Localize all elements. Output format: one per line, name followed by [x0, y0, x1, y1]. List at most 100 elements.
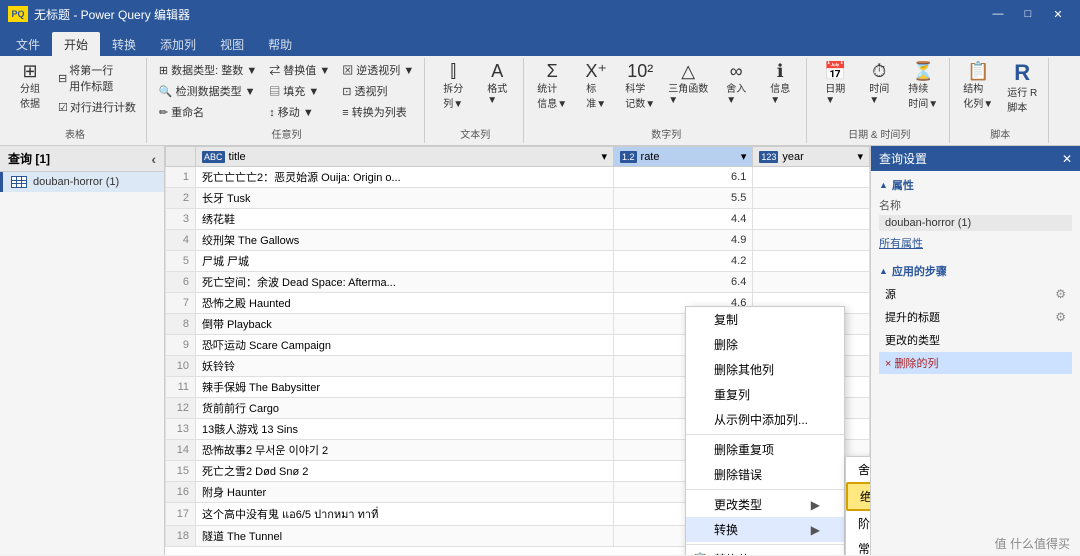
rename-button[interactable]: ✏ 重命名: [155, 102, 261, 122]
sub-factorial[interactable]: 阶乘: [846, 511, 870, 536]
cm-add-from-example[interactable]: 从示例中添加列...: [686, 407, 844, 432]
unpivot-button[interactable]: ⊠ 逆透视列 ▼: [338, 60, 418, 80]
fill-button[interactable]: ▤ 填充 ▼: [265, 81, 334, 101]
change-type-arrow: ▶: [811, 498, 820, 512]
col-header-title[interactable]: ABC title ▾: [196, 147, 614, 167]
table-row[interactable]: 6 死亡空间：余波 Dead Space: Afterma... 6.4: [166, 272, 870, 293]
cm-remove-dups[interactable]: 删除重复项: [686, 437, 844, 462]
tab-help[interactable]: 帮助: [256, 32, 304, 56]
query-panel-title: 查询 [1]: [8, 150, 50, 167]
title-type-icon: ABC: [202, 151, 225, 163]
structured-button[interactable]: 📋 结构化列▼: [958, 60, 998, 112]
info-button[interactable]: ℹ 信息▼: [760, 60, 800, 108]
step-promoted-headers[interactable]: 提升的标题 ⚙: [879, 306, 1072, 328]
move-button[interactable]: ↕ 移动 ▼: [265, 102, 334, 122]
title-cell: 恐怖之殿 Haunted: [196, 293, 614, 314]
cm-copy[interactable]: 📋复制: [686, 307, 844, 332]
pivot-button[interactable]: ⊡ 透视列: [338, 81, 418, 101]
title-cell: 死亡之雪2 Død Snø 2: [196, 461, 614, 482]
table-row[interactable]: 1 死亡亡亡亡2：恶灵始源 Ouija: Origin o... 6.1: [166, 167, 870, 188]
rounding-button[interactable]: ∞ 舍入▼: [716, 60, 756, 108]
sub-log10[interactable]: 常用对数: [846, 536, 870, 555]
cm-change-type[interactable]: 更改类型▶: [686, 492, 844, 517]
step-source[interactable]: 源 ⚙: [879, 283, 1072, 305]
query-item-douban[interactable]: douban-horror (1): [0, 172, 164, 192]
format-button[interactable]: A 格式▼: [477, 60, 517, 108]
window-controls: — □ ✕: [984, 0, 1072, 28]
right-panel-close-btn[interactable]: ✕: [1062, 152, 1072, 166]
col-header-rate[interactable]: 1.2 rate ▾: [614, 147, 753, 167]
row-num-cell: 18: [166, 526, 196, 547]
row-num-cell: 9: [166, 335, 196, 356]
replace-values-button[interactable]: ⇄ 替换值 ▼: [265, 60, 334, 80]
time-button[interactable]: ⏱ 时间▼: [859, 60, 899, 108]
row-num-cell: 4: [166, 230, 196, 251]
duration-button[interactable]: ⏳ 持续时间▼: [903, 60, 943, 112]
statistics-button[interactable]: Σ 统计信息▼: [532, 60, 572, 112]
count-rows-button[interactable]: ☑ 对行进行计数: [54, 97, 140, 117]
rate-filter-btn[interactable]: ▾: [741, 150, 747, 163]
year-cell: [753, 272, 870, 293]
data-area: ABC title ▾ 1.2 rate ▾: [165, 146, 870, 555]
detect-type-button[interactable]: 🔍 检测数据类型 ▼: [155, 81, 261, 101]
run-r-button[interactable]: R 运行 R脚本: [1002, 60, 1042, 116]
tab-home[interactable]: 开始: [52, 32, 100, 56]
query-item-icon: [11, 176, 27, 188]
any-col-col2: ⇄ 替换值 ▼ ▤ 填充 ▼ ↕ 移动 ▼: [265, 60, 334, 122]
window-title: 无标题 - Power Query 编辑器: [34, 6, 984, 23]
name-value[interactable]: douban-horror (1): [879, 215, 1072, 231]
step-promoted-gear[interactable]: ⚙: [1055, 310, 1066, 324]
science-button[interactable]: 10² 科学记数▼: [620, 60, 660, 112]
table-row[interactable]: 4 绞刑架 The Gallows 4.9: [166, 230, 870, 251]
cm-duplicate[interactable]: 重复列: [686, 382, 844, 407]
to-list-button[interactable]: ≡ 转换为列表: [338, 102, 418, 122]
tab-transform[interactable]: 转换: [100, 32, 148, 56]
row-num-cell: 3: [166, 209, 196, 230]
minimize-button[interactable]: —: [984, 0, 1012, 28]
table-row[interactable]: 3 绣花鞋 4.4: [166, 209, 870, 230]
info-icon: ℹ: [777, 62, 784, 80]
cm-delete[interactable]: 删除: [686, 332, 844, 357]
step-source-gear[interactable]: ⚙: [1055, 287, 1066, 301]
group-by-button[interactable]: ⊞ 分组依据: [10, 60, 50, 112]
cm-delete-other[interactable]: 删除其他列: [686, 357, 844, 382]
close-button[interactable]: ✕: [1044, 0, 1072, 28]
step-changed-type[interactable]: 更改的类型: [879, 329, 1072, 351]
maximize-button[interactable]: □: [1014, 0, 1042, 28]
all-properties-link[interactable]: 所有属性: [879, 235, 1072, 251]
year-filter-btn[interactable]: ▾: [857, 150, 863, 163]
step-removed-col[interactable]: × 删除的列: [879, 352, 1072, 374]
standard-button[interactable]: X⁺ 标准▼: [576, 60, 616, 112]
query-panel-collapse-btn[interactable]: ‹: [151, 151, 156, 167]
first-row-button[interactable]: ⊟ 将第一行用作标题: [54, 60, 140, 96]
col-header-num[interactable]: [166, 147, 196, 167]
split-col-button[interactable]: ⫿ 拆分列▼: [433, 60, 473, 112]
ribbon-any-col-section: ⊞ 数据类型: 整数 ▼ 🔍 检测数据类型 ▼ ✏ 重命名 ⇄ 替换值 ▼ ▤ …: [155, 60, 418, 124]
title-cell: 倒带 Playback: [196, 314, 614, 335]
ribbon-group-date: 📅 日期▼ ⏱ 时间▼ ⏳ 持续时间▼ 日期 & 时间列: [809, 58, 950, 143]
table-row[interactable]: 5 尸城 尸城 4.2: [166, 251, 870, 272]
date-button[interactable]: 📅 日期▼: [815, 60, 855, 108]
triangle-button[interactable]: △ 三角函数▼: [664, 60, 712, 108]
sub-round[interactable]: 舍入▶: [846, 457, 870, 482]
col-header-year[interactable]: 123 year ▾: [753, 147, 870, 167]
tab-file[interactable]: 文件: [4, 32, 52, 56]
cm-remove-errors[interactable]: 删除错误: [686, 462, 844, 487]
transform-arrow: ▶: [811, 523, 820, 537]
title-filter-btn[interactable]: ▾: [601, 150, 607, 163]
cm-transform[interactable]: 转换▶: [686, 517, 844, 542]
row-num-cell: 10: [166, 356, 196, 377]
data-type-button[interactable]: ⊞ 数据类型: 整数 ▼: [155, 60, 261, 80]
cm-replace-values[interactable]: 替换值...: [686, 547, 844, 555]
triangle-icon: △: [681, 62, 695, 80]
tab-add-column[interactable]: 添加列: [148, 32, 208, 56]
cm-sep2: [686, 489, 844, 490]
title-cell: 尸城 尸城: [196, 251, 614, 272]
sub-absolute[interactable]: 绝对值: [846, 482, 870, 511]
ribbon-group-text: ⫿ 拆分列▼ A 格式▼ 文本列: [427, 58, 524, 143]
col-rate-label: rate: [641, 151, 660, 163]
row-num-cell: 8: [166, 314, 196, 335]
table-row[interactable]: 2 长牙 Tusk 5.5: [166, 188, 870, 209]
step-promoted-label: 提升的标题: [885, 309, 1055, 325]
tab-view[interactable]: 视图: [208, 32, 256, 56]
